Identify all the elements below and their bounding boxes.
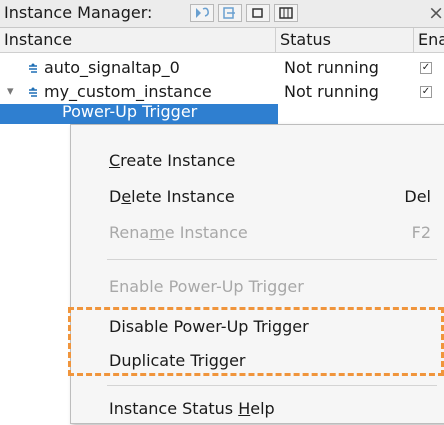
table-row[interactable]: ▾ my_custom_instance Not running ✓ — [0, 80, 444, 104]
menu-item-label: Create Instance — [109, 151, 236, 170]
chevron-down-icon[interactable]: ▾ — [7, 80, 14, 104]
menu-item-delete-instance[interactable]: Delete Instance Del — [71, 181, 444, 213]
header-instance[interactable]: Instance — [0, 28, 276, 52]
run-icon[interactable] — [190, 4, 214, 22]
enable-checkbox[interactable]: ✓ — [420, 86, 432, 98]
menu-item-create-instance[interactable]: Create Instance — [71, 145, 444, 177]
stop-icon[interactable] — [218, 4, 242, 22]
instance-status: Not running — [284, 82, 379, 101]
instance-icon — [29, 87, 37, 97]
table-row[interactable]: auto_signaltap_0 Not running ✓ — [0, 56, 444, 80]
close-icon[interactable]: × — [428, 2, 444, 24]
highlight-annotation-box — [68, 307, 444, 376]
window-title: Instance Manager: — [4, 3, 153, 22]
instance-icon — [29, 63, 37, 73]
menu-item-label: Instance Status Help — [109, 399, 275, 418]
menu-shortcut: Del — [404, 187, 431, 206]
header-status[interactable]: Status — [276, 28, 414, 52]
menu-separator — [107, 259, 437, 260]
context-menu: Create Instance Delete Instance Del Rena… — [70, 124, 444, 424]
menu-item-rename-instance: Rename Instance F2 — [71, 217, 444, 249]
menu-item-instance-status-help[interactable]: Instance Status Help — [71, 393, 444, 425]
autorun-icon[interactable] — [246, 4, 270, 22]
instance-name: my_custom_instance — [44, 82, 212, 101]
enable-checkbox[interactable]: ✓ — [420, 62, 432, 74]
trigger-name: Power-Up Trigger — [62, 104, 198, 121]
menu-separator — [107, 385, 437, 386]
menu-item-label: Rename Instance — [109, 223, 248, 242]
settings-icon[interactable] — [274, 4, 298, 22]
menu-item-label: Enable Power-Up Trigger — [109, 277, 304, 296]
instance-manager-titlebar: Instance Manager: × — [0, 0, 444, 28]
column-headers: Instance Status Ena — [0, 28, 444, 53]
menu-shortcut: F2 — [411, 223, 431, 242]
table-row-selected[interactable]: Power-Up Trigger — [0, 104, 278, 124]
instance-name: auto_signaltap_0 — [44, 58, 180, 77]
menu-item-label: Delete Instance — [109, 187, 235, 206]
instance-status: Not running — [284, 58, 379, 77]
header-enable[interactable]: Ena — [414, 28, 444, 52]
menu-item-enable-power-up-trigger: Enable Power-Up Trigger — [71, 271, 444, 303]
